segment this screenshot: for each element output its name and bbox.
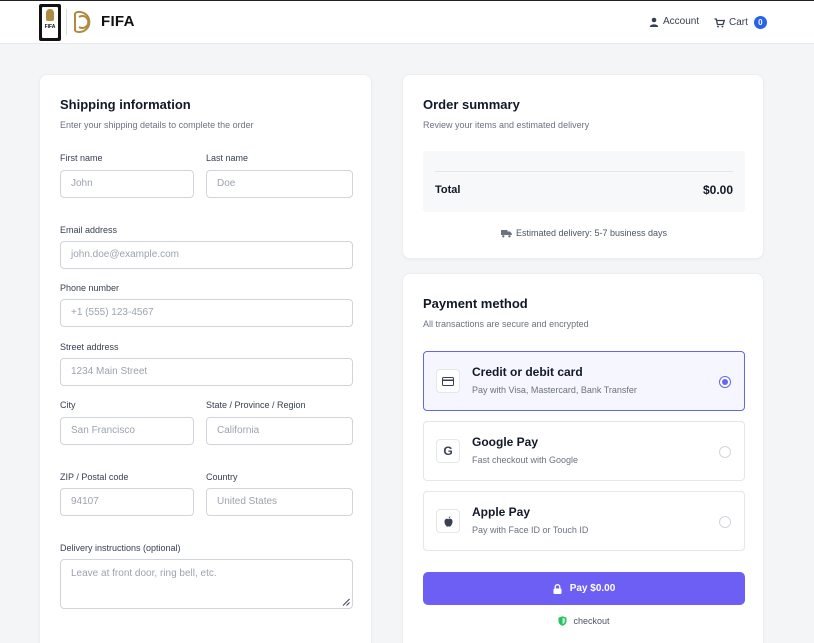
credit-card-icon <box>436 369 460 393</box>
logo-divider <box>66 9 67 35</box>
instructions-label: Delivery instructions (optional) <box>60 543 181 553</box>
country-input[interactable]: United States <box>206 488 353 516</box>
shipping-title: Shipping information <box>60 97 191 112</box>
badge-text: FIFA <box>44 24 56 30</box>
truck-icon <box>500 229 512 237</box>
order-summary-card: Order summary Review your items and esti… <box>402 74 764 259</box>
account-label: Account <box>663 16 700 27</box>
payment-option-card[interactable]: Credit or debit card Pay with Visa, Mast… <box>423 351 745 411</box>
first-name-label: First name <box>60 153 103 163</box>
total-box: Total $0.00 <box>423 151 745 212</box>
google-icon: G <box>436 439 460 463</box>
city-input[interactable]: San Francisco <box>60 417 194 445</box>
cart-icon <box>714 17 725 27</box>
country-label: Country <box>206 472 238 482</box>
payment-option-google-pay[interactable]: G Google Pay Fast checkout with Google <box>423 421 745 481</box>
pay-button-label: Pay $0.00 <box>569 583 616 594</box>
payment-option-title: Credit or debit card <box>472 365 583 379</box>
state-label: State / Province / Region <box>206 400 306 410</box>
payment-option-apple-pay[interactable]: Apple Pay Pay with Face ID or Touch ID <box>423 491 745 551</box>
pay-button[interactable]: Pay $0.00 <box>423 572 745 605</box>
cart-link[interactable]: Cart 0 <box>714 16 767 29</box>
delivery-estimate: Estimated delivery: 5-7 business days <box>403 228 765 238</box>
city-label: City <box>60 400 76 410</box>
last-name-input[interactable]: Doe <box>206 170 353 198</box>
shipping-subtitle: Enter your shipping details to complete … <box>60 120 254 130</box>
apple-icon <box>436 509 460 533</box>
brand-name[interactable]: FIFA <box>101 13 135 30</box>
radio-unselected[interactable] <box>719 516 731 528</box>
top-nav: FIFA FIFA Account Cart 0 <box>0 1 814 44</box>
summary-title: Order summary <box>423 97 520 112</box>
lock-icon <box>553 583 562 594</box>
email-label: Email address <box>60 225 118 235</box>
cart-count-badge: 0 <box>753 16 767 29</box>
payment-card: Payment method All transactions are secu… <box>402 273 764 643</box>
brand-mark-icon <box>74 11 91 33</box>
total-divider <box>435 171 733 172</box>
email-input[interactable]: john.doe@example.com <box>60 241 353 269</box>
phone-label: Phone number <box>60 283 120 293</box>
summary-subtitle: Review your items and estimated delivery <box>423 120 590 130</box>
payment-subtitle: All transactions are secure and encrypte… <box>423 319 589 329</box>
payment-option-desc: Pay with Visa, Mastercard, Bank Transfer <box>472 385 637 395</box>
zip-label: ZIP / Postal code <box>60 472 129 482</box>
phone-input[interactable]: +1 (555) 123-4567 <box>60 299 353 327</box>
cart-label: Cart <box>729 17 748 28</box>
first-name-input[interactable]: John <box>60 170 194 198</box>
street-label: Street address <box>60 342 119 352</box>
total-value: $0.00 <box>702 183 733 197</box>
account-link[interactable]: Account <box>649 16 699 27</box>
resize-handle-icon[interactable] <box>342 598 350 606</box>
state-input[interactable]: California <box>206 417 353 445</box>
total-label: Total <box>435 184 461 196</box>
instructions-textarea[interactable]: Leave at front door, ring bell, etc. <box>60 559 353 609</box>
last-name-label: Last name <box>206 153 249 163</box>
trophy-icon <box>46 9 54 21</box>
street-input[interactable]: 1234 Main Street <box>60 358 353 386</box>
delivery-text: Estimated delivery: 5-7 business days <box>515 228 668 238</box>
radio-unselected[interactable] <box>719 446 731 458</box>
instructions-placeholder: Leave at front door, ring bell, etc. <box>71 568 217 579</box>
user-icon <box>649 17 659 27</box>
payment-option-title: Apple Pay <box>472 505 531 519</box>
payment-option-title: Google Pay <box>472 435 539 449</box>
radio-selected[interactable] <box>719 376 731 388</box>
zip-input[interactable]: 94107 <box>60 488 194 516</box>
fifa-badge-logo[interactable]: FIFA <box>39 4 61 41</box>
secure-checkout-label: checkout <box>573 616 610 626</box>
payment-option-desc: Pay with Face ID or Touch ID <box>472 525 589 535</box>
payment-title: Payment method <box>423 296 528 311</box>
shield-icon <box>558 616 567 626</box>
payment-option-desc: Fast checkout with Google <box>472 455 579 465</box>
secure-checkout: checkout <box>403 616 765 626</box>
shipping-card: Shipping information Enter your shipping… <box>39 74 372 643</box>
